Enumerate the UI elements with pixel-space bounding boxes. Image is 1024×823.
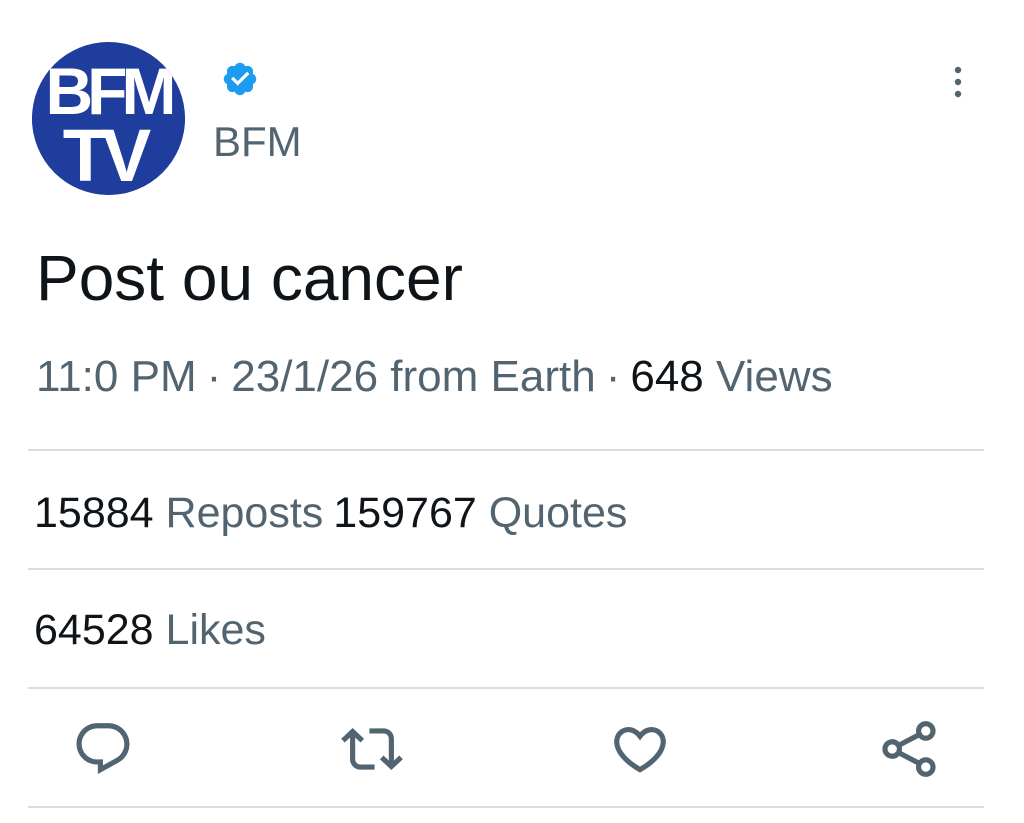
meta-separator: · [206,352,222,401]
share-icon [882,721,936,777]
reposts-link[interactable]: 15884 Reposts [34,489,323,537]
quotes-count: 159767 [333,489,477,537]
meta-separator: · [605,352,621,401]
views-count: 648 [630,352,704,401]
likes-link[interactable]: 64528 Likes [34,606,266,654]
divider [28,806,984,808]
likes-count: 64528 [34,606,154,654]
reposts-label: Reposts [165,489,324,537]
more-options-icon[interactable] [942,64,974,102]
logo-line-2: TV [63,114,151,195]
account-handle[interactable]: BFM [213,121,302,163]
like-button[interactable] [609,718,671,780]
post-meta: 11:0 PM · 23/1/26 from Earth · 648 Views [36,355,833,399]
post-text: Post ou cancer [36,242,463,314]
verified-badge-icon [221,60,259,98]
avatar[interactable]: BFM TV [32,42,185,195]
bfm-tv-logo: BFM TV [32,42,185,195]
quotes-link[interactable]: 159767 Quotes [333,489,627,537]
share-button[interactable] [878,718,940,780]
reposts-count: 15884 [34,489,154,537]
post-time: 11:0 PM [36,352,197,401]
like-icon [614,727,666,773]
quotes-label: Quotes [488,489,628,537]
divider [28,449,984,451]
divider [28,568,984,570]
repost-icon [341,728,403,770]
likes-label: Likes [165,606,266,654]
post-date-location: 23/1/26 from Earth [231,352,596,401]
reply-icon [76,723,130,775]
reply-button[interactable] [72,718,134,780]
views-label: Views [716,352,833,401]
likes-stats: 64528 Likes [34,609,266,652]
divider [28,687,984,689]
repost-quote-stats: 15884 Reposts 159767 Quotes [34,492,627,535]
repost-button[interactable] [341,718,403,780]
